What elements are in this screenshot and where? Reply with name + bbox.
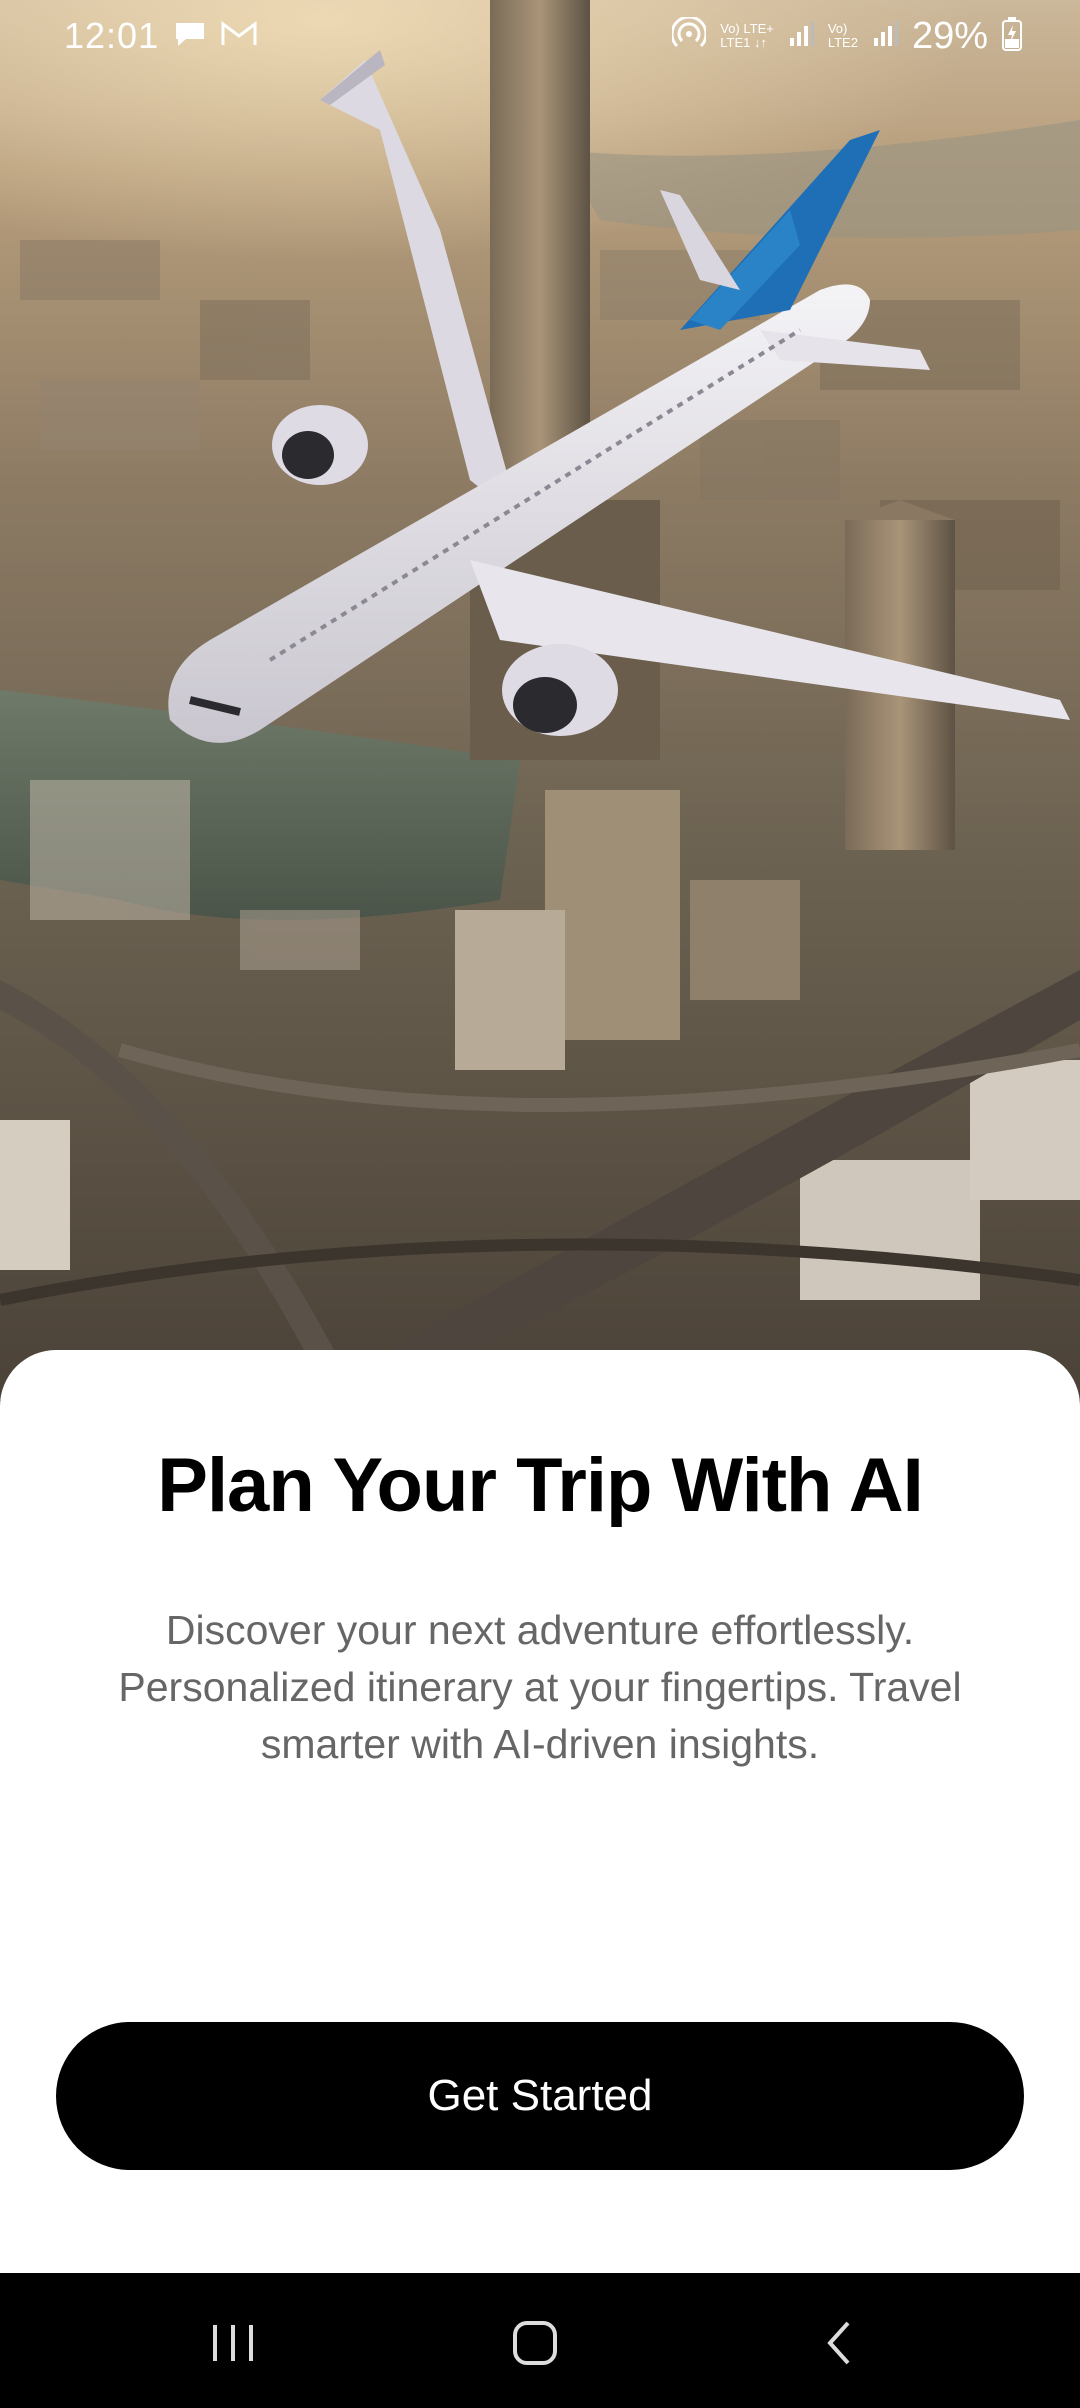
status-right: Vo) LTE+ LTE1 ↓↑ Vo) LTE2 29% bbox=[670, 14, 1022, 58]
recents-icon[interactable] bbox=[194, 2303, 274, 2383]
system-navigation-bar bbox=[0, 2273, 1080, 2408]
network-1-label: Vo) LTE+ LTE1 ↓↑ bbox=[720, 21, 774, 50]
status-left: 12:01 bbox=[64, 15, 257, 57]
battery-charging-icon bbox=[1002, 17, 1022, 55]
signal-1-icon bbox=[788, 20, 814, 52]
signal-2-icon bbox=[872, 20, 898, 52]
onboarding-description: Discover your next adventure effortlessl… bbox=[118, 1607, 962, 1767]
battery-percent: 29% bbox=[911, 14, 988, 57]
hero-image bbox=[0, 0, 1080, 1400]
hotspot-icon bbox=[670, 15, 708, 55]
page-title: Plan Your Trip With AI bbox=[157, 1443, 924, 1528]
back-icon[interactable] bbox=[800, 2303, 880, 2383]
gmail-icon bbox=[221, 21, 257, 51]
home-icon[interactable] bbox=[495, 2303, 575, 2383]
airplane-over-city-image bbox=[0, 0, 1080, 1400]
get-started-button[interactable]: Get Started bbox=[56, 2022, 1024, 2170]
status-time: 12:01 bbox=[64, 15, 160, 56]
status-bar: 12:01 Vo) LTE+ LTE1 ↓↑ Vo) LTE2 29% bbox=[0, 0, 1080, 72]
chat-bubble-icon bbox=[173, 19, 207, 53]
network-2-label: Vo) LTE2 bbox=[827, 21, 858, 50]
